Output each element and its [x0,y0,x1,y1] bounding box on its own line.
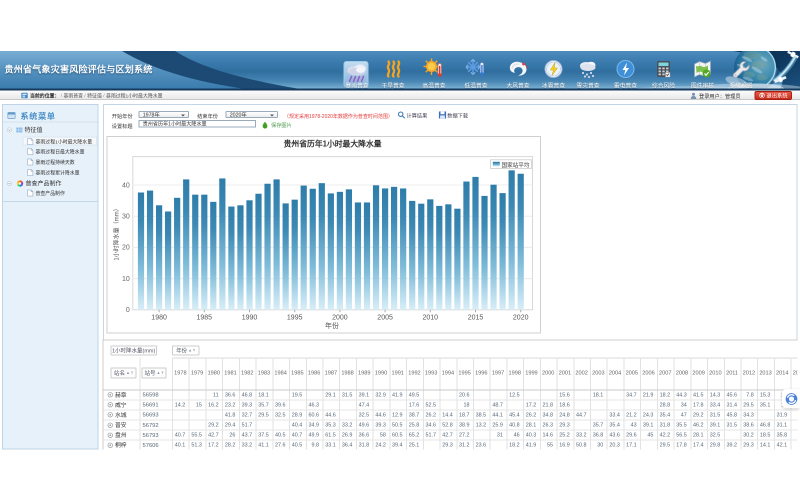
svg-text:年份: 年份 [325,321,339,330]
svg-text:40: 40 [122,182,130,189]
svg-text:1985: 1985 [197,314,213,321]
svg-text:贵州省历年1小时最大降水量: 贵州省历年1小时最大降水量 [284,139,382,149]
svg-text:1995: 1995 [287,314,303,321]
svg-text:2005: 2005 [377,314,393,321]
svg-text:2015: 2015 [468,314,484,321]
svg-text:20: 20 [122,245,130,252]
svg-text:1小时降水量（mm）: 1小时降水量（mm） [113,205,121,260]
svg-text:10: 10 [122,276,130,283]
svg-text:国家站平均: 国家站平均 [502,161,530,169]
svg-text:1990: 1990 [242,314,258,321]
svg-text:2010: 2010 [423,314,439,321]
svg-text:2000: 2000 [332,314,348,321]
svg-text:2020: 2020 [513,314,529,321]
svg-text:1980: 1980 [151,314,167,321]
svg-text:0: 0 [126,307,130,314]
svg-text:30: 30 [122,214,130,221]
